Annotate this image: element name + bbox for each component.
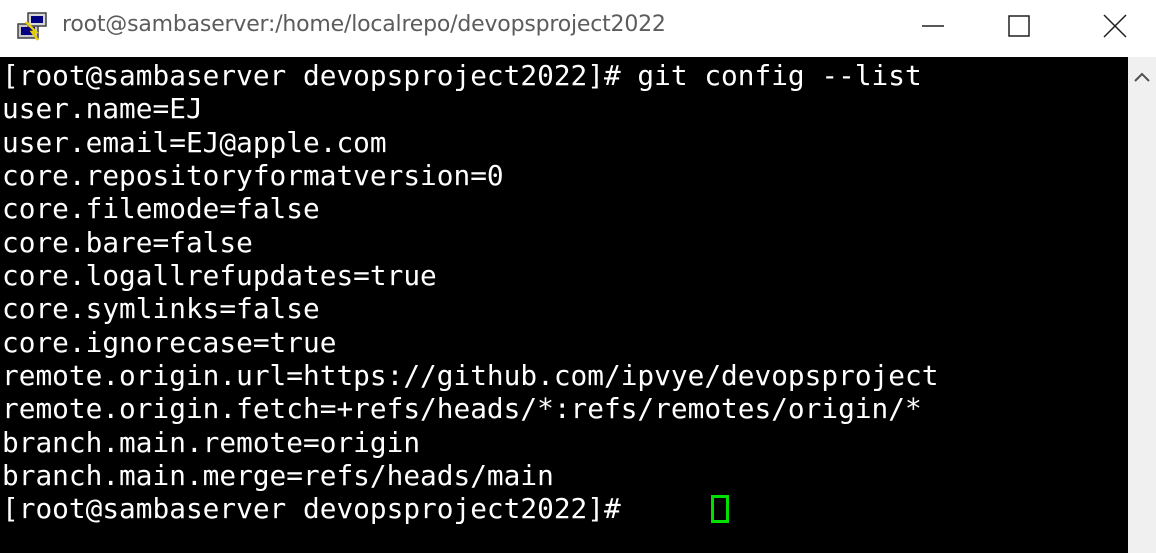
terminal-line: [root@sambaserver devopsproject2022]# gi…	[2, 60, 922, 92]
terminal-line: remote.origin.url=https://github.com/ipv…	[2, 360, 939, 392]
terminal-line: user.email=EJ@apple.com	[2, 127, 387, 159]
minimize-button[interactable]	[904, 0, 962, 52]
terminal-line: branch.main.merge=refs/heads/main	[2, 460, 554, 492]
maximize-button[interactable]	[990, 0, 1048, 52]
terminal-line: core.ignorecase=true	[2, 327, 337, 359]
terminal-line: user.name=EJ	[2, 93, 203, 125]
terminal-cursor	[711, 495, 729, 523]
terminal-line: core.repositoryformatversion=0	[2, 160, 504, 192]
maximize-icon	[1008, 15, 1030, 37]
terminal-line: core.bare=false	[2, 227, 253, 259]
terminal-line: core.symlinks=false	[2, 293, 320, 325]
close-button[interactable]	[1086, 0, 1144, 52]
putty-icon[interactable]	[16, 10, 50, 44]
minimize-icon	[922, 25, 944, 27]
chevron-up-icon	[1134, 72, 1150, 82]
close-icon	[1103, 14, 1127, 38]
terminal-line: core.filemode=false	[2, 193, 320, 225]
terminal-line: remote.origin.fetch=+refs/heads/*:refs/r…	[2, 393, 922, 425]
vertical-scrollbar[interactable]	[1128, 57, 1156, 553]
terminal-output[interactable]: [root@sambaserver devopsproject2022]# gi…	[0, 57, 1128, 553]
scroll-up-button[interactable]	[1128, 57, 1156, 97]
terminal-line: core.logallrefupdates=true	[2, 260, 437, 292]
terminal-line: branch.main.remote=origin	[2, 427, 421, 459]
terminal-prompt: [root@sambaserver devopsproject2022]#	[2, 493, 638, 525]
title-bar[interactable]: root@sambaserver:/home/localrepo/devopsp…	[0, 0, 1156, 57]
window-title: root@sambaserver:/home/localrepo/devopsp…	[62, 12, 666, 37]
